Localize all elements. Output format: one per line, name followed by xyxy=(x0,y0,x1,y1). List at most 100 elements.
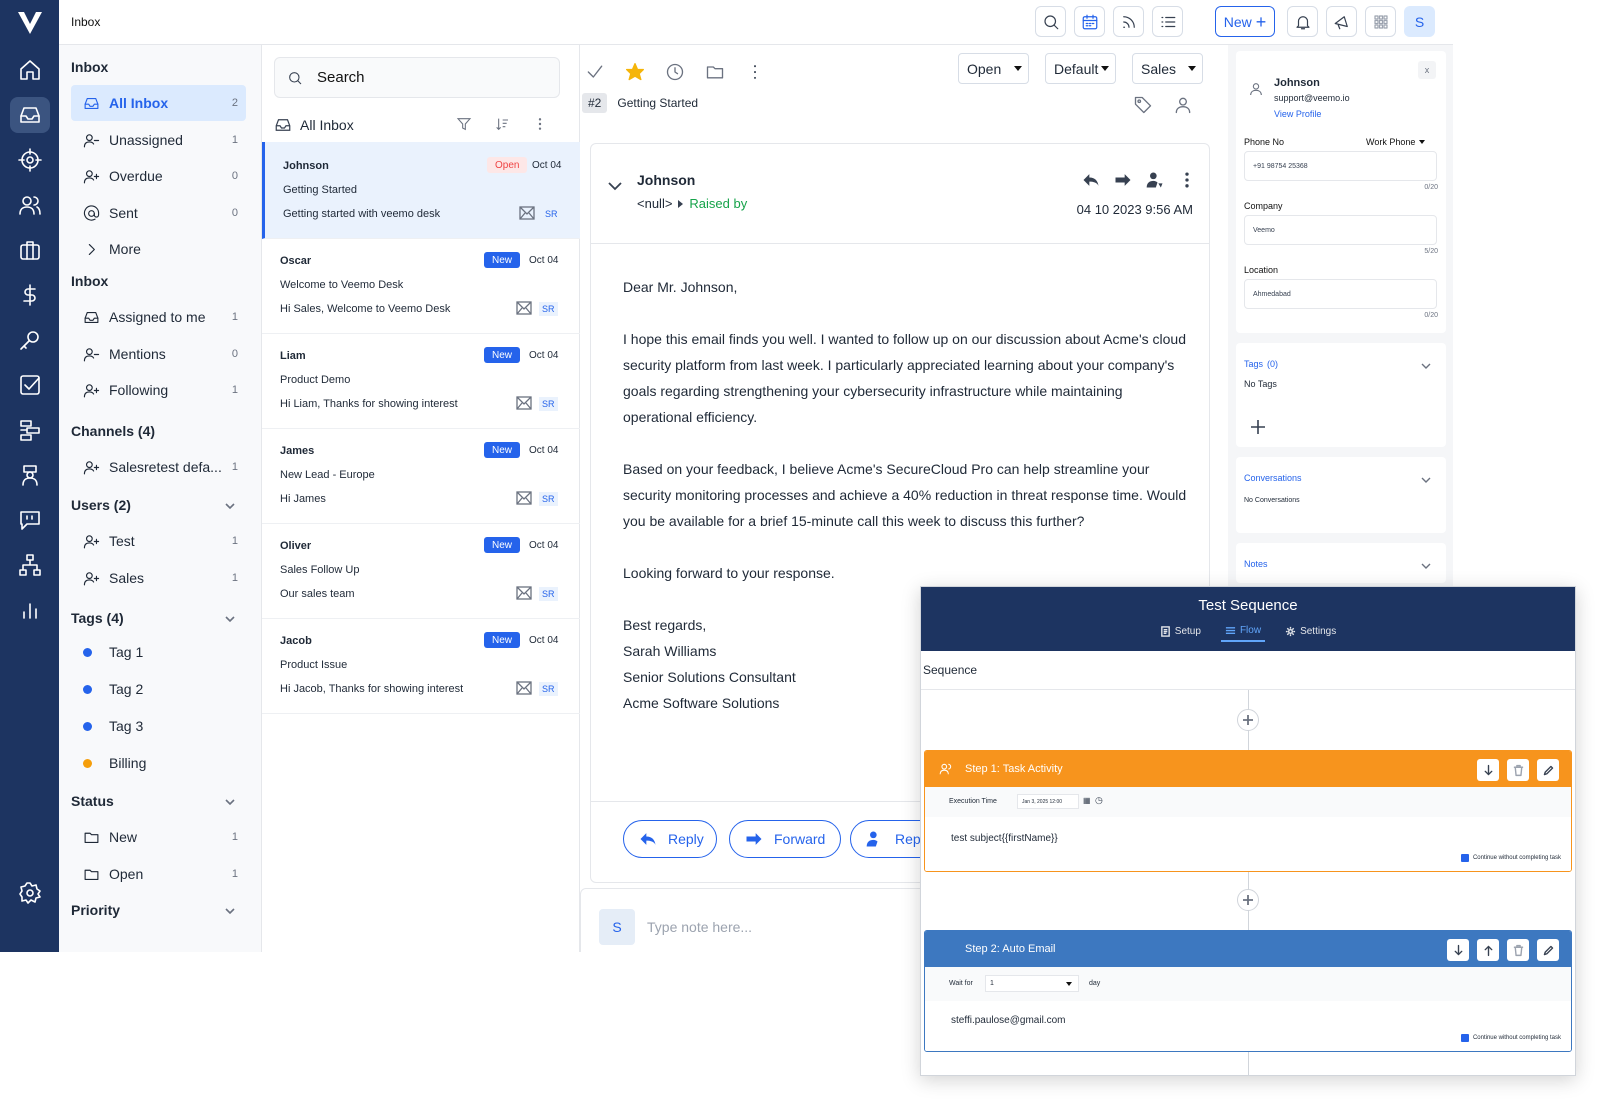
sidebar-item-tag-billing[interactable]: Billing xyxy=(71,745,246,781)
clock-icon[interactable] xyxy=(662,59,688,85)
tab-setup[interactable]: Setup xyxy=(1156,625,1205,642)
calendar-icon[interactable] xyxy=(1074,6,1105,37)
forward-icon[interactable] xyxy=(1113,170,1133,190)
rss-icon[interactable] xyxy=(1113,6,1144,37)
channels-heading[interactable]: Channels (4) xyxy=(71,423,246,439)
crosshair-icon[interactable] xyxy=(10,142,50,178)
clock-icon[interactable]: ◷ xyxy=(1095,795,1103,806)
org-chart-icon[interactable] xyxy=(10,547,50,583)
sort-icon[interactable] xyxy=(488,110,516,138)
trash-icon[interactable] xyxy=(1507,759,1529,781)
tab-settings[interactable]: Settings xyxy=(1281,625,1340,642)
more-vertical-icon[interactable] xyxy=(1177,170,1197,190)
phone-type-select[interactable]: Work Phone xyxy=(1366,137,1426,147)
briefcase-icon[interactable] xyxy=(10,232,50,268)
sidebar-item-mentions[interactable]: Mentions 0 xyxy=(71,336,246,372)
sidebar-item-following[interactable]: Following 1 xyxy=(71,372,246,408)
conversation-item[interactable]: Johnson Getting Started Getting started wi… xyxy=(262,142,580,239)
sidebar-item-all-inbox[interactable]: All Inbox 2 xyxy=(71,85,246,121)
conversation-item[interactable]: Oscar Welcome to Veemo Desk Hi Sales, Welc… xyxy=(262,237,580,334)
sidebar-item-status-new[interactable]: New 1 xyxy=(71,819,246,855)
megaphone-icon[interactable] xyxy=(1326,6,1357,37)
priority-heading[interactable]: Priority xyxy=(71,902,246,918)
edit-icon[interactable] xyxy=(1537,759,1559,781)
new-button[interactable]: New + xyxy=(1215,6,1275,37)
wait-for-select[interactable]: 1 xyxy=(985,975,1079,992)
move-down-icon[interactable] xyxy=(1477,759,1499,781)
inbox-nav-icon[interactable] xyxy=(10,97,50,133)
notes-title[interactable]: Notes xyxy=(1244,559,1268,569)
status-heading[interactable]: Status xyxy=(71,793,246,809)
sidebar-item-user-test[interactable]: Test 1 xyxy=(71,523,246,559)
trash-icon[interactable] xyxy=(1507,939,1529,961)
home-icon[interactable] xyxy=(10,52,50,88)
list-icon[interactable] xyxy=(1152,6,1183,37)
tools-icon[interactable] xyxy=(10,322,50,358)
conversation-item[interactable]: Liam Product Demo Hi Liam, Thanks for show… xyxy=(262,332,580,429)
filter-icon[interactable] xyxy=(450,110,478,138)
conversations-title[interactable]: Conversations xyxy=(1244,473,1302,483)
sidebar-item-more[interactable]: More xyxy=(71,231,246,267)
move-up-icon[interactable] xyxy=(1477,939,1499,961)
search-icon[interactable] xyxy=(1035,6,1066,37)
sidebar-item-overdue[interactable]: Overdue 0 xyxy=(71,158,246,194)
workflow-icon[interactable] xyxy=(10,412,50,448)
settings-icon[interactable] xyxy=(10,875,50,911)
add-step-button[interactable] xyxy=(1237,709,1259,731)
sidebar-item-channel[interactable]: Salesretest defa... 1 xyxy=(71,449,246,485)
user-avatar[interactable]: S xyxy=(1404,6,1435,37)
more-vertical-icon[interactable] xyxy=(526,110,554,138)
assign-user-icon[interactable] xyxy=(1170,92,1196,118)
add-tag-icon[interactable] xyxy=(1248,417,1268,437)
company-field[interactable]: Veemo xyxy=(1244,215,1437,245)
apps-grid-icon[interactable] xyxy=(1365,6,1396,37)
sidebar-item-tag-3[interactable]: Tag 3 xyxy=(71,708,246,744)
chevron-down-icon[interactable] xyxy=(1420,473,1432,485)
status-select[interactable]: Open xyxy=(958,53,1029,84)
calendar-icon[interactable]: ▦ xyxy=(1083,796,1091,805)
sidebar-item-user-sales[interactable]: Sales 1 xyxy=(71,560,246,596)
dollar-icon[interactable] xyxy=(10,277,50,313)
close-panel-button[interactable]: x xyxy=(1418,61,1436,79)
sidebar-item-tag-2[interactable]: Tag 2 xyxy=(71,671,246,707)
sidebar-item-status-open[interactable]: Open 1 xyxy=(71,856,246,892)
support-agent-icon[interactable] xyxy=(10,457,50,493)
more-vertical-icon[interactable] xyxy=(742,59,768,85)
location-field[interactable]: Ahmedabad xyxy=(1244,279,1437,309)
sidebar-item-unassigned[interactable]: Unassigned 1 xyxy=(71,122,246,158)
assign-agent-icon[interactable] xyxy=(1145,170,1165,190)
edit-icon[interactable] xyxy=(1537,939,1559,961)
tag-icon[interactable] xyxy=(1130,92,1156,118)
view-select[interactable]: Default xyxy=(1045,53,1116,84)
sidebar-item-sent[interactable]: Sent 0 xyxy=(71,195,246,231)
conversation-item[interactable]: Oliver Sales Follow Up Our sales team New Oc… xyxy=(262,522,580,619)
search-input[interactable]: Search xyxy=(274,57,560,98)
conversation-item[interactable]: Jacob Product Issue Hi Jacob, Thanks for s… xyxy=(262,617,580,714)
view-profile-link[interactable]: View Profile xyxy=(1274,109,1321,119)
star-icon[interactable] xyxy=(622,59,648,85)
folder-icon[interactable] xyxy=(702,59,728,85)
tags-heading[interactable]: Tags (4) xyxy=(71,610,246,626)
conversation-item[interactable]: James New Lead - Europe Hi James New Oct 04 S… xyxy=(262,427,580,524)
bar-chart-icon[interactable] xyxy=(10,592,50,628)
tasks-icon[interactable] xyxy=(10,367,50,403)
chevron-down-icon[interactable] xyxy=(1420,559,1432,571)
reply-icon[interactable] xyxy=(1081,170,1101,190)
users-heading[interactable]: Users (2) xyxy=(71,497,246,513)
chevron-down-icon[interactable] xyxy=(1420,359,1432,371)
continue-checkbox[interactable]: Continue without completing task xyxy=(1460,1034,1561,1042)
phone-field[interactable]: +91 98754 25368 xyxy=(1244,151,1437,181)
add-step-button[interactable] xyxy=(1237,889,1259,911)
forward-button[interactable]: Forward xyxy=(729,820,841,858)
tags-section-header[interactable]: Tags (0) xyxy=(1244,359,1278,369)
tab-flow[interactable]: Flow xyxy=(1220,625,1266,642)
reply-button[interactable]: Reply xyxy=(623,820,717,858)
chat-quote-icon[interactable] xyxy=(10,502,50,538)
collapse-chevron-icon[interactable] xyxy=(607,178,623,194)
team-select[interactable]: Sales xyxy=(1132,53,1203,84)
sidebar-item-assigned-to-me[interactable]: Assigned to me 1 xyxy=(71,299,246,335)
continue-checkbox[interactable]: Continue without completing task xyxy=(1460,854,1561,862)
contacts-icon[interactable] xyxy=(10,187,50,223)
sidebar-item-tag-1[interactable]: Tag 1 xyxy=(71,634,246,670)
move-down-icon[interactable] xyxy=(1447,939,1469,961)
